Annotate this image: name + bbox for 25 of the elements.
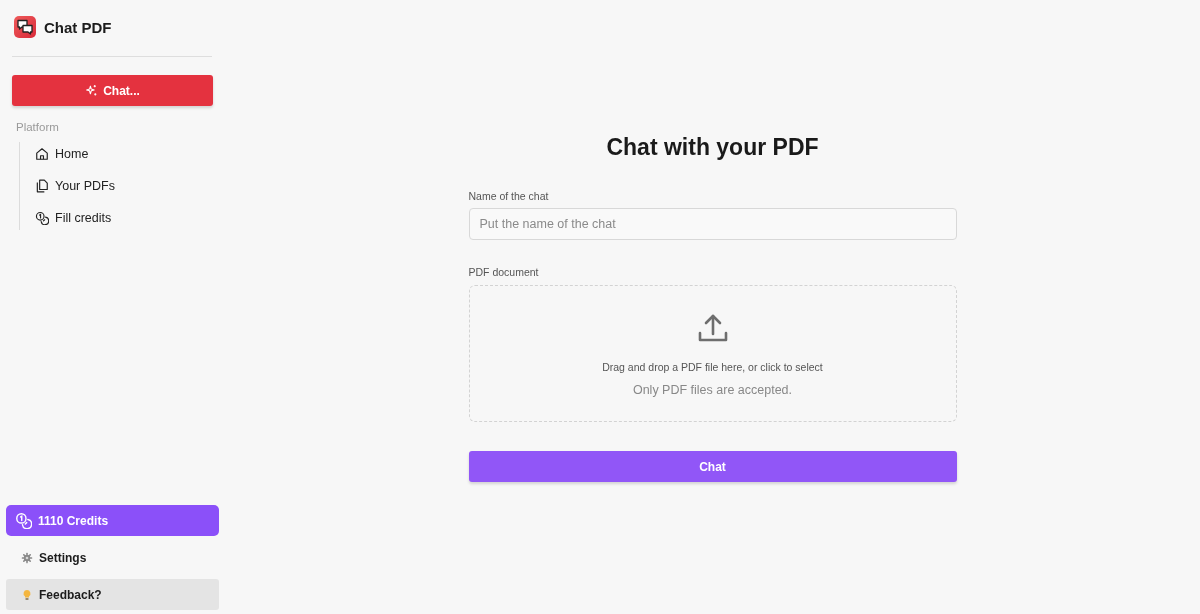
dropzone-hint: Only PDF files are accepted. bbox=[632, 382, 793, 398]
new-chat-button[interactable]: Chat... bbox=[12, 75, 213, 106]
lightbulb-icon bbox=[21, 588, 33, 601]
home-icon bbox=[35, 147, 49, 161]
nav-item[interactable]: Home bbox=[35, 142, 89, 166]
page-title: Chat with your PDF bbox=[605, 133, 820, 162]
dropzone-instruction: Drag and drop a PDF file here, or click to select bbox=[602, 360, 823, 374]
chat-submit-button[interactable]: Chat bbox=[468, 451, 957, 482]
nav-item[interactable]: Your PDFs bbox=[35, 174, 115, 198]
files-icon bbox=[35, 179, 49, 193]
app-logo-icon bbox=[14, 16, 36, 38]
coins-icon bbox=[35, 211, 49, 225]
file-dropzone[interactable]: Drag and drop a PDF file here, or click to select Only PDF files are accepted. bbox=[468, 285, 957, 422]
section-label: Platform bbox=[16, 120, 60, 134]
feedback-button[interactable]: Feedback? bbox=[6, 579, 219, 610]
chat-name-input[interactable]: Put the name of the chat bbox=[468, 208, 957, 240]
gear-icon bbox=[21, 551, 33, 564]
field-label: PDF document bbox=[468, 265, 539, 279]
nav-item[interactable]: Fill credits bbox=[35, 206, 112, 230]
credits-button[interactable]: 1110 Credits bbox=[6, 505, 219, 536]
coins-icon bbox=[15, 512, 32, 529]
sparkle-icon bbox=[85, 84, 99, 97]
settings-button[interactable]: Settings bbox=[6, 542, 219, 573]
field-label: Name of the chat bbox=[468, 189, 549, 203]
app-name: Chat PDF bbox=[44, 18, 112, 36]
